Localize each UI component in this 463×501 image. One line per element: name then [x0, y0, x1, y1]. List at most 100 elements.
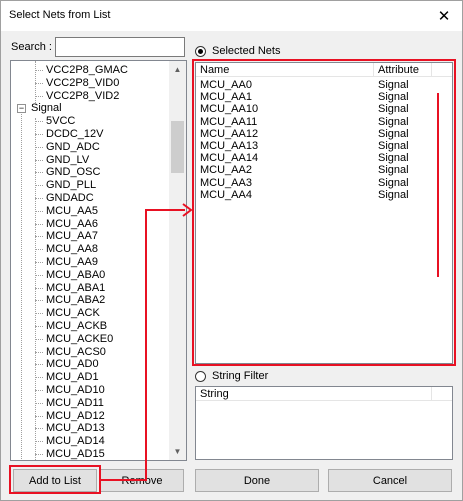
selected-nets-option[interactable]: Selected Nets — [195, 45, 280, 57]
cancel-button[interactable]: Cancel — [328, 469, 452, 492]
column-header-name[interactable]: Name — [196, 63, 374, 77]
selected-nets-list[interactable]: Name Attribute MCU_AA0 Signal MCU_AA1 Signa… — [195, 62, 453, 364]
annotation-arrowhead-icon — [182, 203, 193, 217]
net-attribute: Signal — [378, 79, 409, 91]
tree-item[interactable]: MCU_ACKB — [46, 320, 107, 333]
scroll-up-icon[interactable]: ▲ — [169, 61, 186, 78]
list-item[interactable]: MCU_AA3 Signal — [196, 177, 432, 189]
net-attribute: Signal — [378, 91, 409, 104]
tree-item[interactable]: DCDC_12V — [46, 128, 103, 141]
list-item[interactable]: MCU_AA0 Signal — [196, 79, 432, 91]
list-item[interactable]: MCU_AA1 Signal — [196, 91, 432, 103]
tree-connector — [35, 313, 43, 315]
net-name: MCU_AA13 — [200, 140, 259, 152]
tree-connector — [21, 111, 22, 459]
net-name: MCU_AA4 — [200, 188, 252, 201]
tree-connector — [35, 390, 43, 391]
tree-connector — [35, 351, 43, 353]
tree-item[interactable]: GNDADC — [46, 192, 94, 205]
title-bar: Select Nets from List ✕ — [1, 1, 462, 31]
net-attribute: Signal — [378, 164, 409, 177]
net-name: MCU_AA2 — [200, 164, 252, 177]
tree-item[interactable]: MCU_AA5 — [46, 205, 98, 218]
tree-connector — [35, 377, 43, 379]
window-title: Select Nets from List — [9, 9, 111, 21]
tree-item[interactable]: MCU_ACKE0 — [46, 333, 113, 346]
search-input[interactable] — [55, 37, 185, 57]
tree-item[interactable]: MCU_ABA2 — [46, 294, 105, 307]
tree-item[interactable]: MCU_AA7 — [46, 230, 98, 243]
net-attribute: Signal — [378, 152, 409, 165]
tree-item[interactable]: MCU_ACS0 — [46, 346, 106, 359]
done-button[interactable]: Done — [195, 469, 319, 492]
tree-item[interactable]: VCC2P8_GMAC — [46, 64, 128, 77]
string-filter-option[interactable]: String Filter — [195, 370, 268, 382]
string-filter-list[interactable]: String — [195, 386, 453, 460]
selected-nets-radio[interactable] — [195, 45, 206, 57]
close-icon[interactable]: ✕ — [432, 4, 456, 28]
tree-item[interactable]: GND_OSC — [46, 166, 100, 179]
tree-connector — [35, 210, 43, 212]
tree-item[interactable]: 5VCC — [46, 115, 75, 128]
tree-item[interactable]: MCU_AD13 — [46, 422, 105, 435]
annotation-arrow-segment — [145, 209, 185, 211]
tree-item[interactable]: MCU_AA6 — [46, 218, 98, 231]
selected-nets-label: Selected Nets — [212, 45, 281, 57]
tree-connector — [35, 326, 43, 327]
tree-connector — [35, 441, 43, 443]
annotation-arrow-segment — [145, 209, 147, 481]
tree-item[interactable]: MCU_AD15 — [46, 448, 105, 460]
tree-connector — [35, 146, 43, 148]
tree-item[interactable]: MCU_AD12 — [46, 410, 105, 423]
tree-item[interactable]: MCU_ABA1 — [46, 282, 105, 295]
tree-item[interactable]: MCU_AD1 — [46, 371, 99, 384]
tree-item[interactable]: MCU_AA9 — [46, 256, 98, 269]
scroll-thumb[interactable] — [171, 121, 184, 173]
tree-connector — [35, 364, 43, 366]
tree-connector — [35, 338, 43, 340]
add-to-list-button[interactable]: Add to List — [13, 469, 97, 492]
tree-item[interactable]: MCU_AD14 — [46, 435, 105, 448]
tree-connector — [35, 70, 43, 71]
net-tree[interactable]: ▲ ▼ VCC2P8_GMAC VCC2P8_VID0 VCC2P8_VID2 − Si… — [10, 60, 187, 461]
tree-connector — [35, 262, 43, 263]
list-item[interactable]: MCU_AA2 Signal — [196, 164, 432, 176]
list-item[interactable]: MCU_AA11 Signal — [196, 116, 432, 128]
string-filter-label: String Filter — [212, 370, 269, 382]
tree-item[interactable]: MCU_ACK — [46, 307, 100, 320]
tree-item[interactable]: MCU_AD0 — [46, 358, 99, 371]
tree-item[interactable]: GND_ADC — [46, 141, 100, 154]
selected-nets-header: Name Attribute — [196, 63, 452, 77]
tree-connector — [35, 198, 43, 199]
list-item[interactable]: MCU_AA14 Signal — [196, 152, 432, 164]
tree-item[interactable]: GND_PLL — [46, 179, 96, 192]
list-item[interactable]: MCU_AA4 Signal — [196, 189, 432, 201]
list-item[interactable]: MCU_AA10 Signal — [196, 103, 432, 115]
tree-item[interactable]: MCU_AD11 — [46, 397, 104, 410]
net-name: MCU_AA12 — [200, 127, 259, 140]
list-item[interactable]: MCU_AA12 Signal — [196, 128, 432, 140]
tree-connector — [35, 95, 43, 97]
net-name: MCU_AA14 — [200, 152, 259, 165]
tree-item[interactable]: VCC2P8_VID0 — [46, 77, 119, 90]
search-label: Search : — [11, 41, 52, 53]
tree-item[interactable]: Signal — [31, 102, 62, 115]
scroll-down-icon[interactable]: ▼ — [169, 443, 186, 460]
tree-item[interactable]: GND_LV — [46, 154, 89, 167]
tree-item[interactable]: MCU_AA8 — [46, 243, 98, 256]
list-item[interactable]: MCU_AA13 Signal — [196, 140, 432, 152]
tree-connector — [35, 454, 43, 455]
string-filter-header: String — [196, 387, 452, 401]
collapse-icon[interactable]: − — [17, 104, 26, 114]
tree-scrollbar[interactable]: ▲ ▼ — [169, 61, 186, 460]
net-attribute: Signal — [378, 176, 409, 189]
tree-item[interactable]: MCU_AD10 — [46, 384, 105, 397]
column-header-string[interactable]: String — [196, 387, 432, 401]
tree-item[interactable]: VCC2P8_VID2 — [46, 90, 119, 103]
string-filter-radio[interactable] — [195, 370, 206, 382]
column-header-attribute[interactable]: Attribute — [374, 63, 432, 77]
tree-connector — [35, 185, 43, 187]
tree-item[interactable]: MCU_ABA0 — [46, 269, 105, 282]
tree-connector — [35, 274, 43, 276]
tree-connector — [35, 172, 43, 174]
